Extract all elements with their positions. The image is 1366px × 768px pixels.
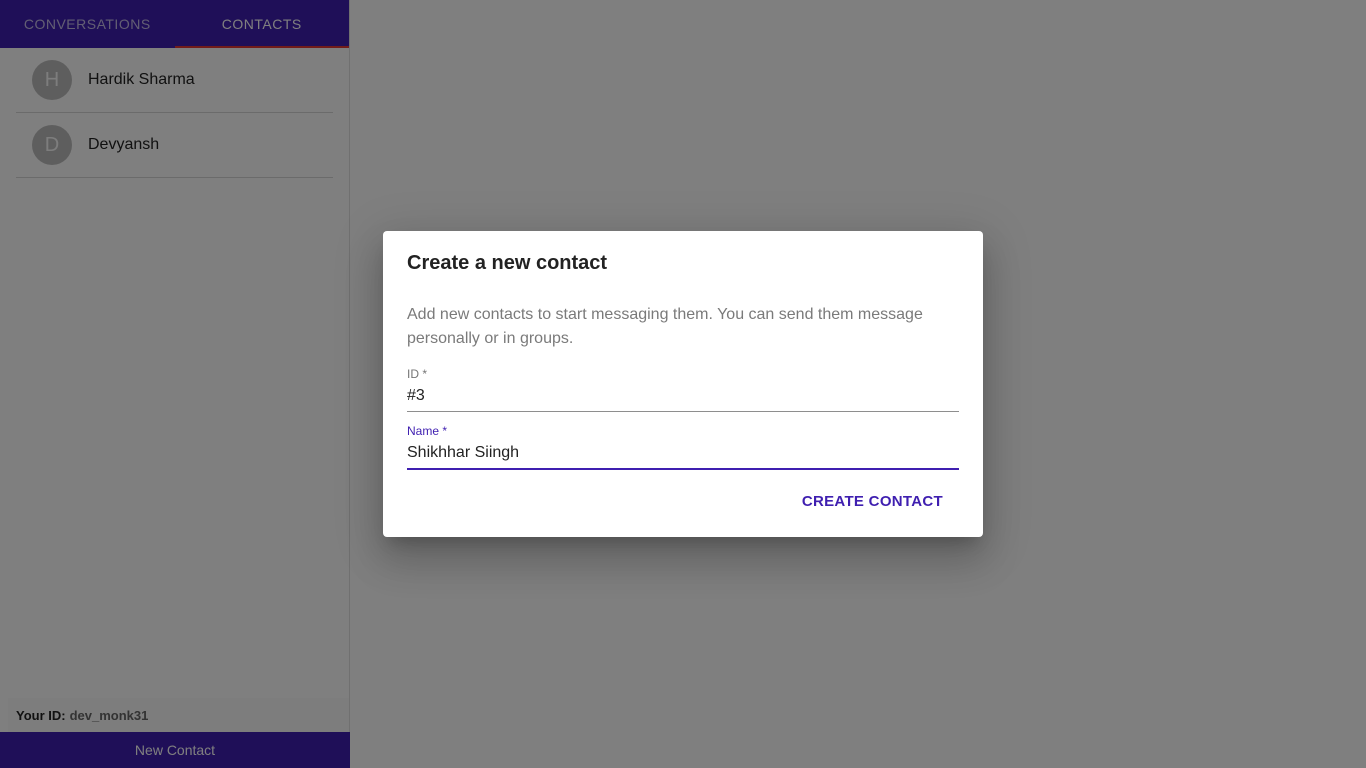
id-field: ID * (407, 367, 959, 412)
id-field-label: ID * (407, 367, 428, 381)
create-contact-button[interactable]: Create Contact (786, 487, 959, 516)
name-field-label: Name * (407, 424, 448, 438)
dialog-title: Create a new contact (407, 252, 608, 274)
name-input[interactable] (407, 438, 959, 470)
dialog-description: Add new contacts to start messaging them… (407, 306, 923, 347)
id-input[interactable] (407, 381, 959, 412)
name-field: Name * (407, 424, 959, 470)
dialog-actions: Create Contact (407, 487, 959, 516)
create-contact-dialog: Create a new contact Add new contacts to… (383, 231, 983, 537)
